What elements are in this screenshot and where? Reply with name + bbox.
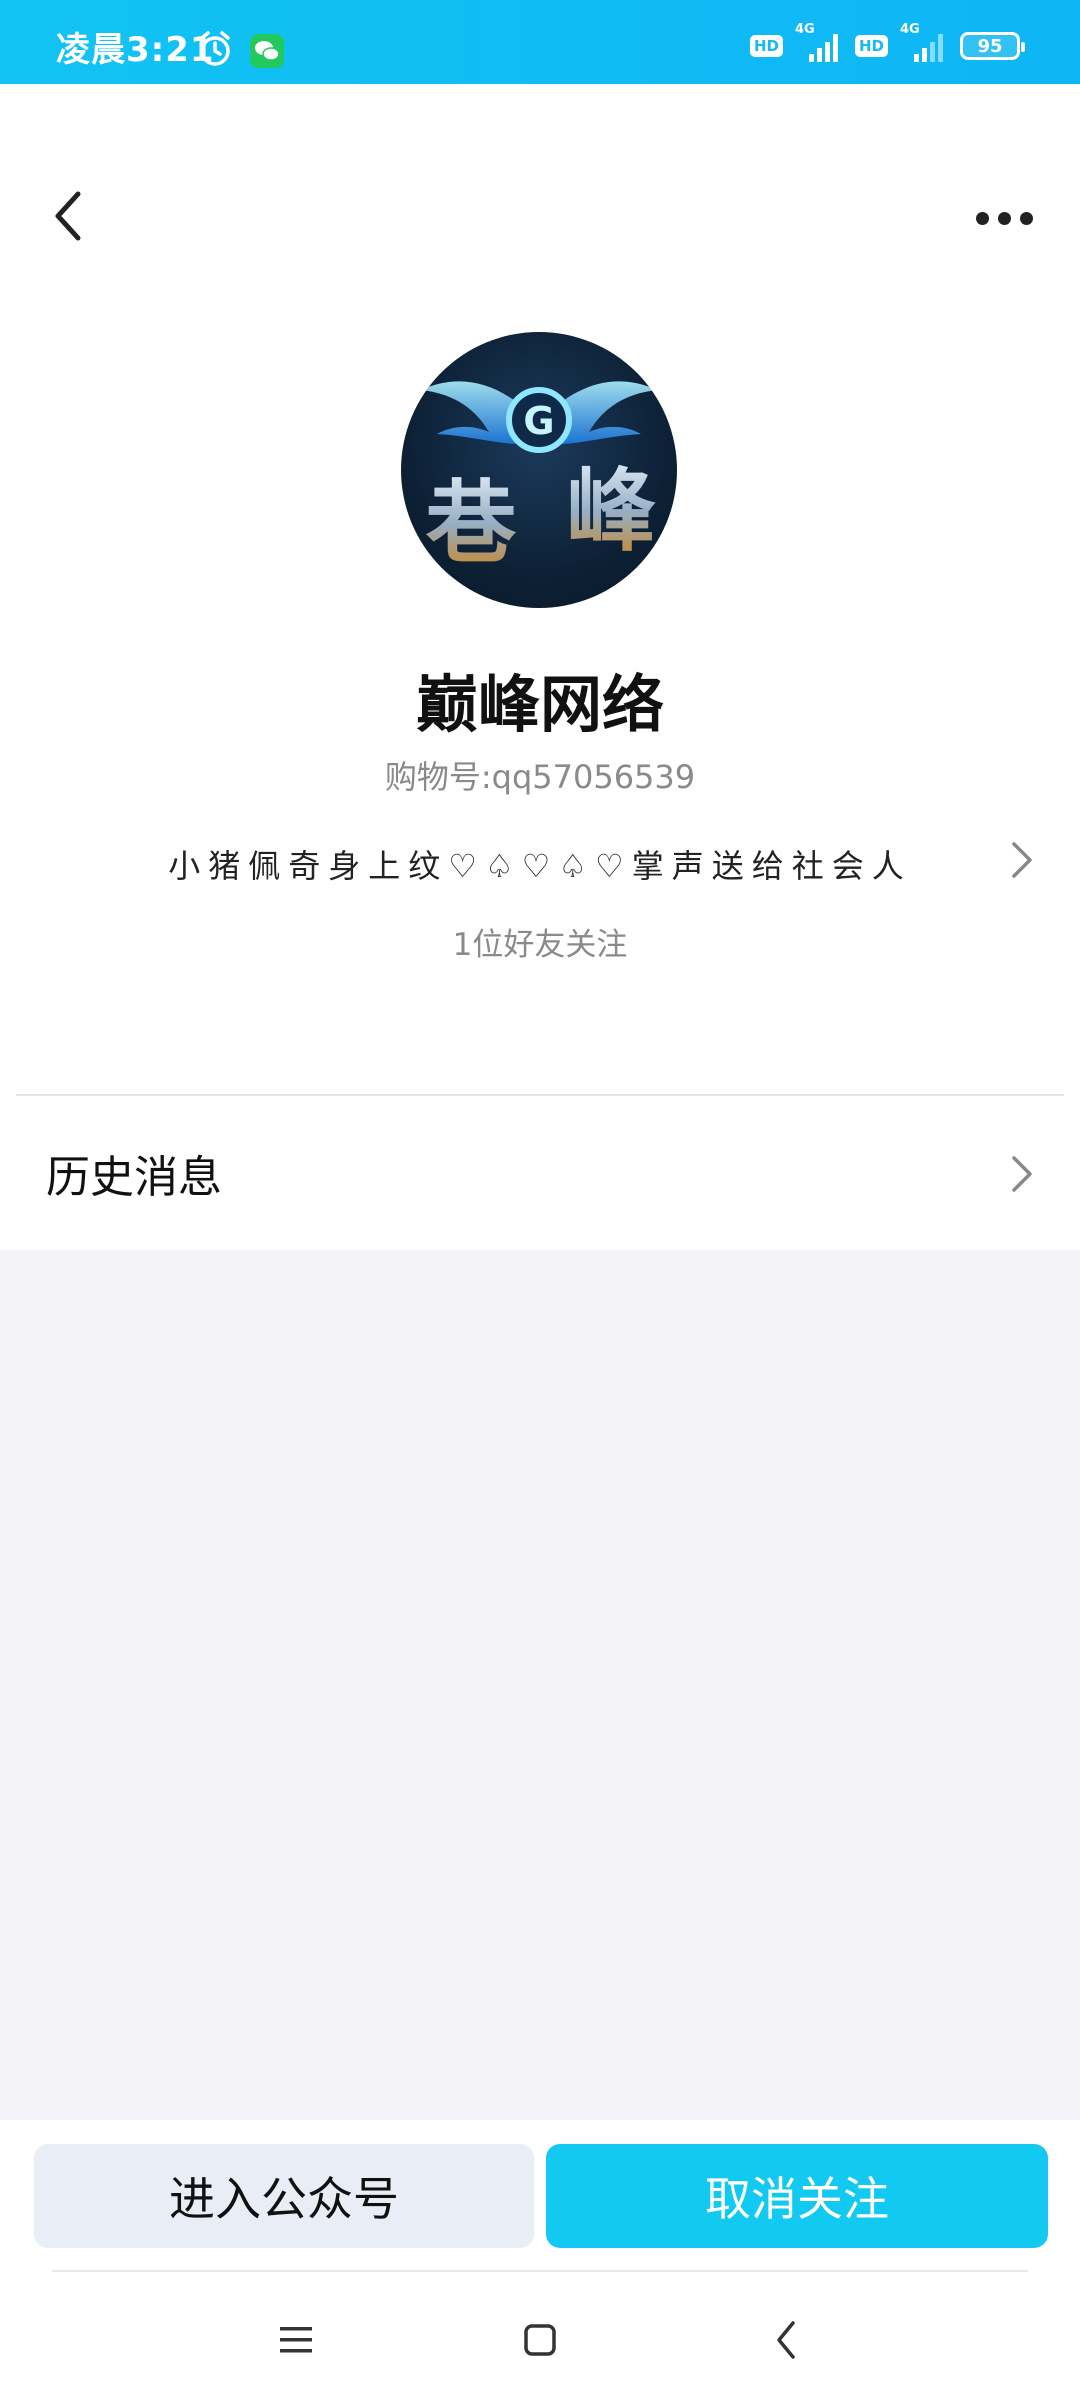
history-messages-label: 历史消息: [46, 1152, 222, 1203]
avatar[interactable]: G 巷 峰: [401, 332, 677, 608]
history-messages-row[interactable]: 历史消息: [0, 1096, 1080, 1250]
chevron-right-icon[interactable]: [1004, 840, 1040, 880]
svg-text:G: G: [523, 399, 554, 443]
status-right-group: HD 4G HD 4G 95: [749, 22, 1025, 66]
wechat-icon: [250, 34, 284, 68]
nav-back-button[interactable]: [758, 2312, 814, 2368]
avatar-logo: G 巷 峰: [421, 381, 657, 576]
followers-count: 1位好友关注: [452, 927, 628, 963]
more-button[interactable]: [964, 184, 1044, 252]
back-icon: [777, 2321, 795, 2359]
back-button[interactable]: [40, 164, 96, 268]
signal-icon: 4G: [898, 22, 950, 64]
account-name: 巅峰网络: [415, 668, 664, 741]
unfollow-button[interactable]: 取消关注: [546, 2144, 1048, 2248]
svg-text:巷: 巷: [425, 471, 517, 576]
battery-icon: 95: [960, 32, 1025, 60]
hd-icon: HD: [854, 35, 888, 57]
action-bar: 进入公众号 取消关注: [0, 2120, 1080, 2274]
account-description[interactable]: 小猪佩奇身上纹♡♤♡♤♡掌声送给社会人: [0, 841, 1080, 887]
chevron-right-icon: [1012, 1156, 1032, 1192]
svg-text:峰: 峰: [566, 459, 656, 564]
signal-icon: 4G: [793, 22, 845, 64]
menu-icon: [280, 2327, 312, 2353]
menu-button[interactable]: [268, 2312, 324, 2368]
home-button[interactable]: [512, 2312, 568, 2368]
hd-icon: HD: [749, 35, 783, 57]
enter-account-button[interactable]: 进入公众号: [34, 2144, 534, 2248]
account-id: 购物号:qq57056539: [384, 758, 696, 796]
status-time: 凌晨3:21: [56, 30, 215, 70]
home-icon: [524, 2324, 556, 2356]
system-nav-bar: [0, 2272, 1080, 2400]
more-dots-icon: [975, 211, 989, 225]
alarm-icon: [200, 31, 230, 66]
chevron-left-icon: [55, 191, 81, 241]
battery-level: 95: [977, 35, 1003, 57]
status-bar: 凌晨3:21 HD 4G HD 4G 95: [0, 0, 1080, 84]
profile-panel: G 巷 峰 巅峰网络 购物号:qq57056539 小猪佩奇身上纹♡♤♡♤♡掌声…: [0, 84, 1080, 1250]
